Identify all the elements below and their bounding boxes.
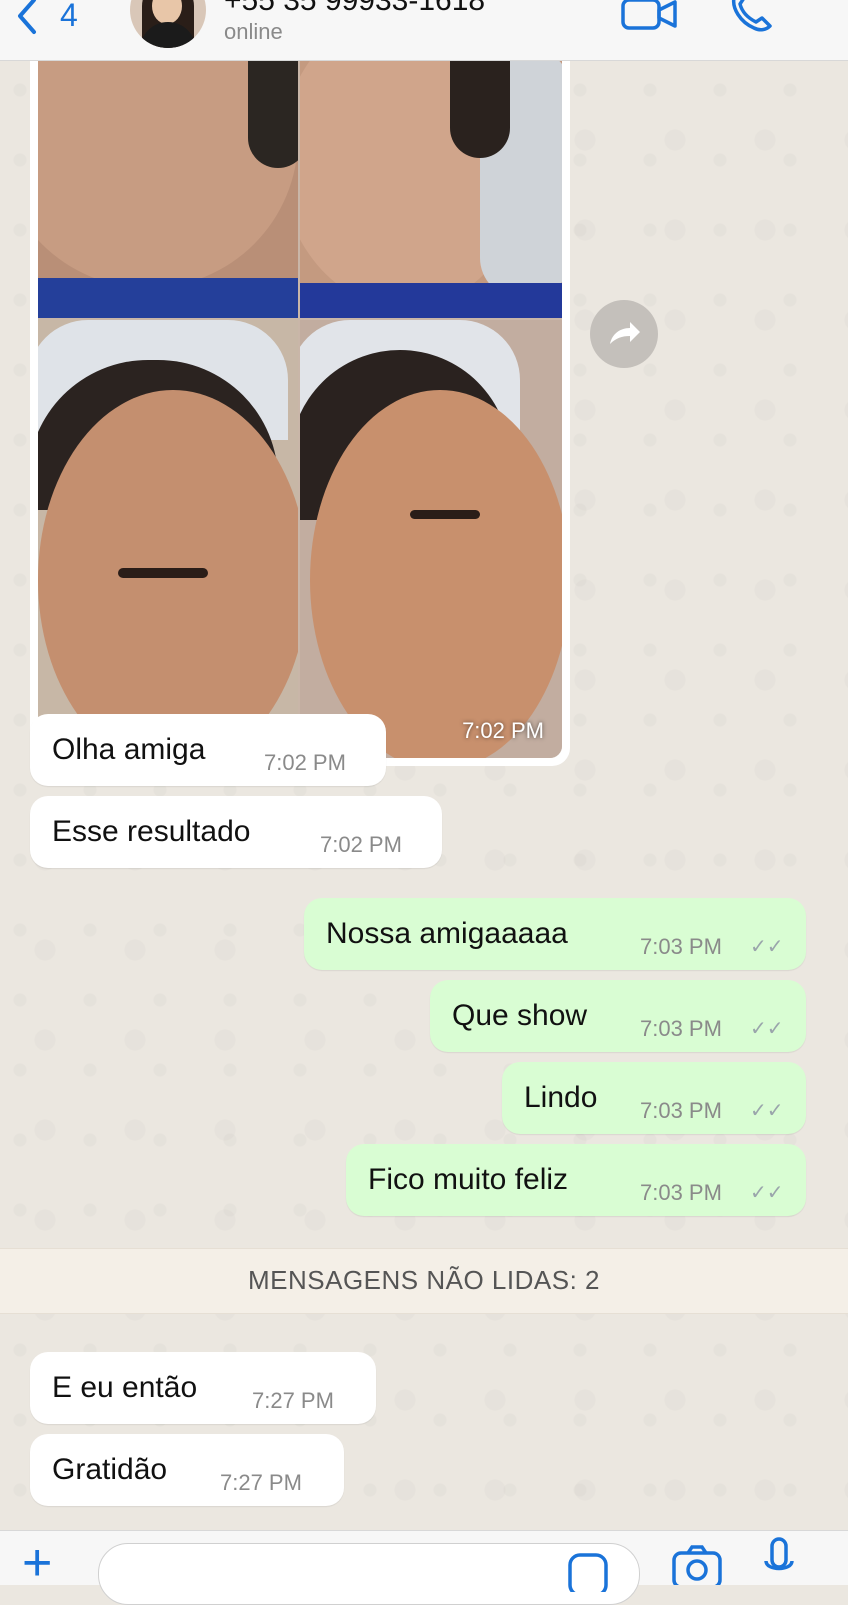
- message-text: Esse resultado: [52, 815, 251, 848]
- sticker-icon[interactable]: [567, 1552, 609, 1597]
- forward-icon[interactable]: [590, 300, 658, 368]
- outgoing-message[interactable]: Que show 7:03 PM ✓✓: [430, 980, 806, 1052]
- image-timestamp: 7:02 PM: [462, 718, 544, 743]
- incoming-message[interactable]: Esse resultado 7:02 PM: [30, 796, 442, 868]
- before-after-photo[interactable]: 7:02 PM: [38, 48, 562, 758]
- read-receipt-icon: ✓✓: [750, 1100, 784, 1122]
- contact-name[interactable]: +55 35 99933-1618: [224, 0, 485, 16]
- camera-icon[interactable]: [672, 1545, 722, 1590]
- message-text: Que show: [452, 999, 588, 1032]
- plus-icon[interactable]: +: [22, 1537, 52, 1589]
- incoming-message[interactable]: Gratidão 7:27 PM: [30, 1434, 344, 1506]
- message-time: 7:02 PM: [264, 750, 346, 775]
- unread-banner: MENSAGENS NÃO LIDAS: 2: [0, 1248, 848, 1314]
- outgoing-message[interactable]: Fico muito feliz 7:03 PM ✓✓: [346, 1144, 806, 1216]
- message-text: Nossa amigaaaaa: [326, 917, 568, 950]
- image-message[interactable]: 7:02 PM: [30, 40, 570, 766]
- message-time: 7:27 PM: [220, 1470, 302, 1495]
- phone-icon[interactable]: [728, 0, 776, 39]
- read-receipt-icon: ✓✓: [750, 936, 784, 958]
- message-time: 7:03 PM: [640, 1016, 722, 1041]
- contact-status: online: [224, 19, 283, 44]
- outgoing-message[interactable]: Nossa amigaaaaa 7:03 PM ✓✓: [304, 898, 806, 970]
- chevron-left-icon[interactable]: [12, 0, 42, 43]
- incoming-message[interactable]: Olha amiga 7:02 PM: [30, 714, 386, 786]
- unread-banner-text: MENSAGENS NÃO LIDAS: 2: [248, 1265, 600, 1295]
- outgoing-message[interactable]: Lindo 7:03 PM ✓✓: [502, 1062, 806, 1134]
- message-time: 7:27 PM: [252, 1388, 334, 1413]
- message-list[interactable]: 7:02 PM Olha amiga 7:02 PM Esse resultad…: [0, 40, 848, 1530]
- unread-count-back[interactable]: 4: [60, 0, 78, 32]
- message-text: Lindo: [524, 1081, 598, 1114]
- message-time: 7:03 PM: [640, 1180, 722, 1205]
- message-text: Olha amiga: [52, 733, 206, 766]
- message-text: Fico muito feliz: [368, 1163, 569, 1196]
- compose-bar: +: [0, 1530, 848, 1605]
- avatar[interactable]: [130, 0, 206, 48]
- read-receipt-icon: ✓✓: [750, 1182, 784, 1204]
- microphone-icon[interactable]: [764, 1537, 794, 1590]
- message-input[interactable]: [98, 1543, 640, 1605]
- message-text: E eu então: [52, 1371, 198, 1404]
- chat-header: 4 +55 35 99933-1618 online: [0, 0, 848, 61]
- incoming-message[interactable]: E eu então 7:27 PM: [30, 1352, 376, 1424]
- read-receipt-icon: ✓✓: [750, 1018, 784, 1040]
- video-call-icon[interactable]: [620, 0, 680, 37]
- message-text: Gratidão: [52, 1453, 168, 1486]
- message-time: 7:03 PM: [640, 1098, 722, 1123]
- message-time: 7:03 PM: [640, 934, 722, 959]
- message-time: 7:02 PM: [320, 832, 402, 857]
